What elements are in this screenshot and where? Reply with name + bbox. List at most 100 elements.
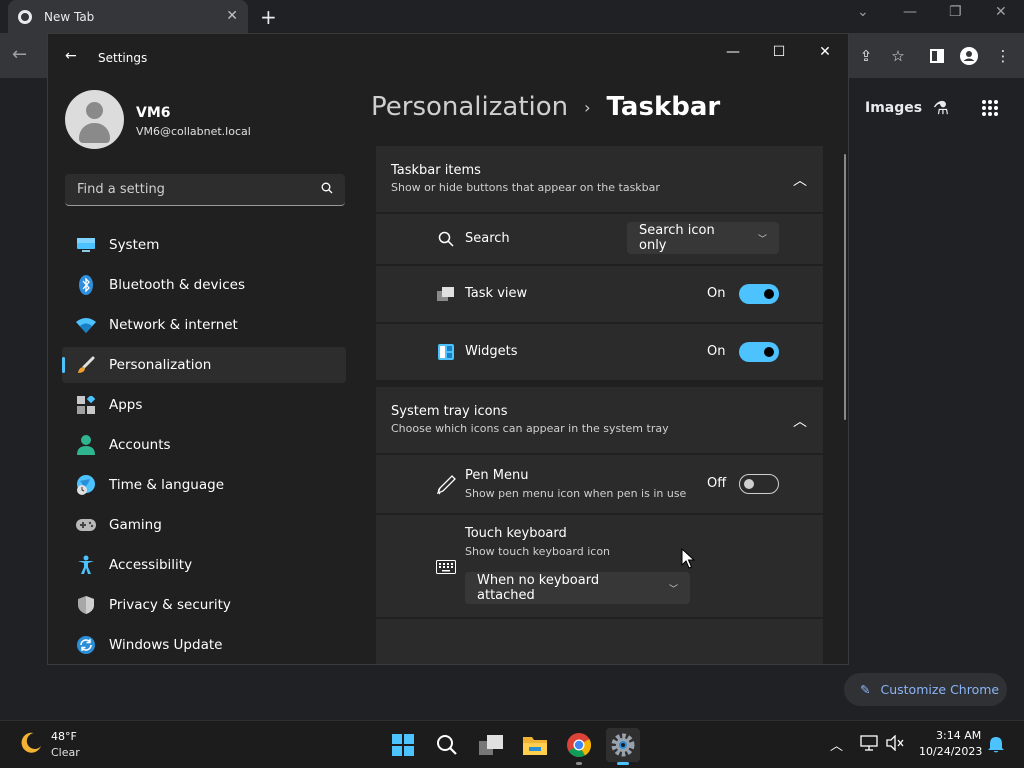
- sidebar-item-accessibility[interactable]: Accessibility: [62, 547, 346, 583]
- find-setting-box[interactable]: [65, 174, 345, 206]
- customize-chrome-button[interactable]: ✎ Customize Chrome: [844, 673, 1007, 706]
- pen-menu-toggle[interactable]: [739, 474, 779, 494]
- settings-window: ← Settings — ☐ ✕ VM6 VM6@collabnet.local…: [47, 33, 849, 665]
- network-icon[interactable]: [860, 735, 878, 751]
- task-view-icon: [479, 735, 503, 755]
- weather-temp[interactable]: 48°F: [51, 730, 77, 743]
- mouse-cursor-icon: [681, 548, 695, 569]
- chrome-restore-icon[interactable]: ❐: [949, 4, 962, 20]
- sidebar-item-system[interactable]: System: [62, 227, 346, 263]
- search-input[interactable]: [77, 182, 321, 197]
- sidebar-item-bluetooth[interactable]: Bluetooth & devices: [62, 267, 346, 303]
- avatar[interactable]: [65, 90, 124, 149]
- minimize-icon[interactable]: —: [718, 40, 748, 64]
- maximize-icon[interactable]: ☐: [764, 40, 794, 64]
- search-label: Search: [465, 231, 510, 246]
- sidebar-item-accounts[interactable]: Accounts: [62, 427, 346, 463]
- task-view-toggle[interactable]: [739, 284, 779, 304]
- settings-taskbar-button[interactable]: [606, 728, 640, 765]
- sidebar-item-label: Accounts: [109, 437, 171, 453]
- start-button[interactable]: [386, 728, 420, 762]
- chrome-tab-title: New Tab: [44, 9, 95, 24]
- pencil-icon: ✎: [860, 682, 871, 697]
- content-scrollbar[interactable]: [844, 154, 846, 420]
- customize-chrome-label: Customize Chrome: [880, 682, 1000, 697]
- card-title: Taskbar items: [391, 163, 481, 178]
- taskbar-items-card: Taskbar items Show or hide buttons that …: [376, 146, 823, 380]
- sidebar-item-label: Personalization: [109, 357, 212, 373]
- close-icon[interactable]: ✕: [810, 40, 840, 64]
- pen-menu-row: Pen Menu Show pen menu icon when pen is …: [376, 453, 823, 513]
- search-icon: [437, 735, 457, 755]
- gear-icon: [611, 733, 635, 757]
- sidebar-item-personalization[interactable]: Personalization: [62, 347, 346, 383]
- sidebar-item-apps[interactable]: Apps: [62, 387, 346, 423]
- chrome-back-icon[interactable]: ←: [12, 44, 27, 65]
- sidebar-item-gaming[interactable]: Gaming: [62, 507, 346, 543]
- bookmark-star-icon[interactable]: ☆: [888, 46, 908, 66]
- search-mode-value: Search icon only: [639, 223, 715, 253]
- weather-moon-icon[interactable]: [20, 732, 42, 758]
- chrome-menu-icon[interactable]: ⋮: [993, 46, 1013, 66]
- profile-name: VM6: [136, 105, 171, 121]
- settings-nav: System Bluetooth & devices Network & int…: [62, 227, 346, 664]
- sidebar-item-windows-update[interactable]: Windows Update: [62, 627, 346, 663]
- task-view-button[interactable]: [474, 728, 508, 762]
- folder-icon: [523, 737, 547, 755]
- windows-taskbar: 48°F Clear ︿ 3:14 AM 10/24/2023: [0, 720, 1024, 768]
- chrome-close-icon[interactable]: ✕: [995, 4, 1007, 20]
- widgets-toggle[interactable]: [739, 342, 779, 362]
- card-subtitle: Show or hide buttons that appear on the …: [391, 181, 660, 194]
- side-panel-icon[interactable]: [927, 46, 947, 66]
- update-icon: [76, 635, 96, 655]
- chrome-logo-icon: [18, 9, 32, 24]
- accounts-icon: [76, 435, 96, 455]
- card-subtitle: Choose which icons can appear in the sys…: [391, 422, 669, 435]
- taskbar-search-button[interactable]: [430, 728, 464, 762]
- close-tab-icon[interactable]: ✕: [226, 8, 238, 24]
- chrome-tab-strip: New Tab ✕ + ⌄ — ❐ ✕: [0, 0, 1024, 33]
- clock-time[interactable]: 3:14 AM: [936, 729, 981, 742]
- chevron-up-icon[interactable]: ︿: [830, 735, 843, 754]
- search-icon: [321, 182, 333, 197]
- clock-date[interactable]: 10/24/2023: [919, 745, 982, 758]
- taskbar-items-header[interactable]: Taskbar items Show or hide buttons that …: [376, 146, 823, 212]
- sidebar-item-label: Network & internet: [109, 317, 238, 333]
- chevron-up-icon[interactable]: ︿: [793, 411, 807, 431]
- sidebar-item-time-language[interactable]: Time & language: [62, 467, 346, 503]
- chevron-up-icon[interactable]: ︿: [793, 170, 807, 190]
- breadcrumb-parent[interactable]: Personalization: [371, 92, 568, 122]
- chrome-tab-new-tab[interactable]: New Tab ✕: [8, 0, 248, 33]
- touch-keyboard-dropdown[interactable]: When no keyboard attached ﹀: [465, 572, 690, 604]
- settings-back-icon[interactable]: ←: [65, 48, 77, 64]
- search-mode-dropdown[interactable]: Search icon only ﹀: [627, 222, 779, 254]
- apps-grid-icon[interactable]: [980, 98, 1000, 118]
- sidebar-item-label: Gaming: [109, 517, 162, 533]
- weather-condition[interactable]: Clear: [51, 746, 80, 759]
- profile-icon[interactable]: [959, 46, 979, 66]
- system-tray-card: System tray icons Choose which icons can…: [376, 387, 823, 664]
- sidebar-item-network[interactable]: Network & internet: [62, 307, 346, 343]
- tab-search-chevron-icon[interactable]: ⌄: [857, 4, 869, 20]
- chrome-taskbar-button[interactable]: [562, 728, 596, 765]
- sidebar-item-privacy[interactable]: Privacy & security: [62, 587, 346, 623]
- system-tray-header[interactable]: System tray icons Choose which icons can…: [376, 387, 823, 453]
- notification-bell-icon[interactable]: [988, 736, 1004, 754]
- share-icon[interactable]: ⇪: [856, 46, 876, 66]
- labs-flask-icon[interactable]: ⚗: [931, 98, 951, 119]
- images-link[interactable]: Images: [865, 100, 922, 116]
- chrome-minimize-icon[interactable]: —: [903, 4, 917, 20]
- pen-menu-desc: Show pen menu icon when pen is in use: [465, 487, 687, 500]
- widgets-row: Widgets On: [376, 322, 823, 380]
- volume-muted-icon[interactable]: [886, 735, 904, 751]
- windows-logo-icon: [392, 734, 414, 756]
- apps-icon: [76, 395, 96, 415]
- card-title: System tray icons: [391, 404, 508, 419]
- sidebar-item-label: Time & language: [109, 477, 225, 493]
- file-explorer-button[interactable]: [518, 728, 552, 762]
- new-tab-button[interactable]: +: [260, 5, 277, 29]
- task-view-state: On: [707, 286, 726, 301]
- sidebar-item-label: Accessibility: [109, 557, 193, 573]
- sidebar-item-label: Windows Update: [109, 637, 223, 653]
- bluetooth-icon: [76, 275, 96, 295]
